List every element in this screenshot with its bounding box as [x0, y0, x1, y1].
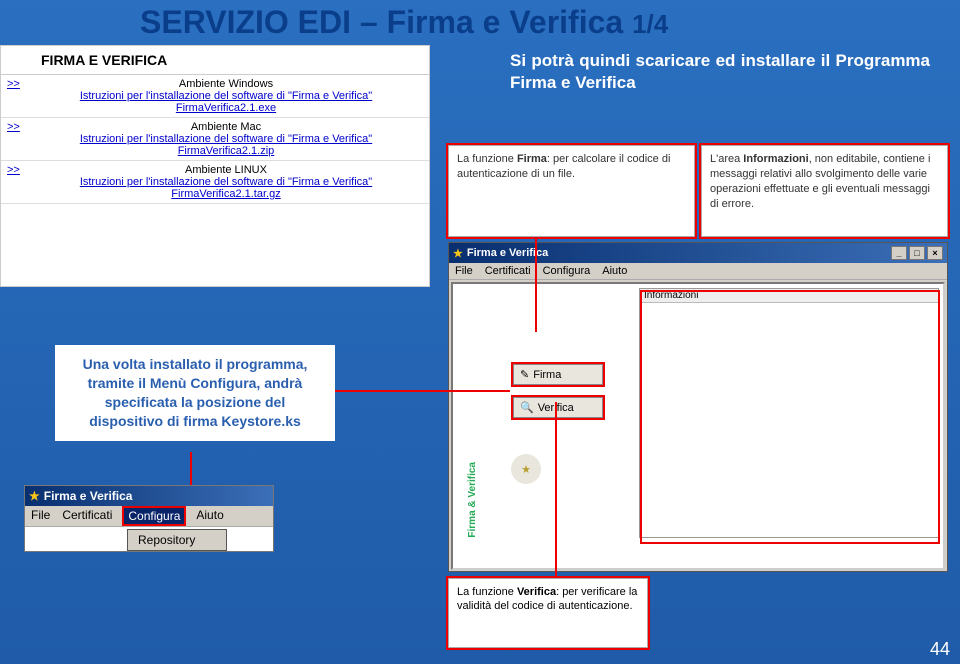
menu-certificati[interactable]: Certificati: [485, 265, 531, 277]
download-link[interactable]: Istruzioni per l'installazione del softw…: [29, 176, 423, 188]
download-link[interactable]: Istruzioni per l'installazione del softw…: [29, 133, 423, 145]
cfg-dropdown-repository[interactable]: Repository: [127, 529, 227, 551]
info-panel: Informazioni: [639, 288, 939, 538]
download-file-link[interactable]: FirmaVerifica2.1.zip: [29, 145, 423, 157]
app-titlebar: ★ Firma e Verifica _ □ ×: [449, 243, 947, 263]
intro-text: Si potrà quindi scaricare ed installare …: [510, 50, 930, 94]
app-body: Informazioni ✎ Firma 🔍 Verifica ★ Firma …: [451, 282, 945, 570]
maximize-button[interactable]: □: [909, 246, 925, 260]
cfg-menubar: File Certificati Configura Aiuto: [25, 506, 273, 527]
minimize-button[interactable]: _: [891, 246, 907, 260]
connector-line: [555, 402, 557, 578]
download-panel: FIRMA E VERIFICA >> Ambiente Windows Ist…: [0, 45, 430, 287]
cfg-menu-aiuto[interactable]: Aiuto: [196, 508, 223, 524]
page-number: 44: [930, 639, 950, 660]
magnifier-icon: 🔍: [520, 401, 534, 414]
close-button[interactable]: ×: [927, 246, 943, 260]
menu-file[interactable]: File: [455, 265, 473, 277]
callout-verifica-bold: Verifica: [517, 586, 556, 598]
cfg-menu-configura[interactable]: Configura: [124, 508, 184, 524]
connector-line: [335, 390, 510, 392]
instruction-box: Una volta installato il programma, trami…: [55, 345, 335, 441]
app-window: ★ Firma e Verifica _ □ × File Certificat…: [448, 242, 948, 572]
menu-configura[interactable]: Configura: [543, 265, 591, 277]
callout-info: L'area Informazioni, non editabile, cont…: [701, 145, 948, 237]
download-env: Ambiente Mac: [191, 121, 261, 133]
download-header: FIRMA E VERIFICA: [1, 46, 429, 75]
pencil-icon: ✎: [520, 368, 529, 381]
menu-aiuto[interactable]: Aiuto: [602, 265, 627, 277]
callout-info-bold: Informazioni: [743, 153, 808, 165]
cfg-menu-certificati[interactable]: Certificati: [62, 508, 112, 524]
download-row: >> Ambiente Windows Istruzioni per l'ins…: [1, 75, 429, 118]
config-menu-screenshot: ★ Firma e Verifica File Certificati Conf…: [24, 485, 274, 552]
star-icon: ★: [29, 489, 40, 503]
download-arrow-link[interactable]: >>: [7, 164, 29, 200]
download-env: Ambiente Windows: [179, 78, 273, 90]
app-logo: ★: [511, 454, 541, 484]
slide-title-fraction: 1/4: [632, 9, 668, 39]
cfg-title: Firma e Verifica: [44, 489, 133, 503]
firma-button-label: Firma: [533, 369, 561, 381]
download-row: >> Ambiente Mac Istruzioni per l'install…: [1, 118, 429, 161]
download-arrow-link[interactable]: >>: [7, 121, 29, 157]
download-link[interactable]: Istruzioni per l'installazione del softw…: [29, 90, 423, 102]
verifica-button[interactable]: 🔍 Verifica: [513, 397, 603, 418]
download-heading: FIRMA E VERIFICA: [41, 52, 167, 68]
connector-line: [190, 452, 192, 485]
star-icon: ★: [521, 463, 531, 476]
info-panel-header: Informazioni: [640, 289, 938, 303]
star-icon: ★: [453, 247, 463, 260]
slide-title: SERVIZIO EDI – Firma e Verifica 1/4: [140, 4, 668, 41]
firma-button[interactable]: ✎ Firma: [513, 364, 603, 385]
download-row: >> Ambiente LINUX Istruzioni per l'insta…: [1, 161, 429, 204]
vertical-brand-label: Firma & Verifica: [467, 462, 478, 538]
download-arrow-link[interactable]: >>: [7, 78, 29, 114]
callout-firma-bold: Firma: [517, 153, 547, 165]
callout-verifica: La funzione Verifica: per verificare la …: [448, 578, 648, 648]
connector-line: [535, 237, 537, 332]
callout-firma: La funzione Firma: per calcolare il codi…: [448, 145, 695, 237]
download-file-link[interactable]: FirmaVerifica2.1.tar.gz: [29, 188, 423, 200]
app-menubar: File Certificati Configura Aiuto: [449, 263, 947, 280]
cfg-menu-file[interactable]: File: [31, 508, 50, 524]
download-file-link[interactable]: FirmaVerifica2.1.exe: [29, 102, 423, 114]
cfg-titlebar: ★ Firma e Verifica: [25, 486, 273, 506]
download-env: Ambiente LINUX: [185, 164, 267, 176]
slide-title-main: SERVIZIO EDI – Firma e Verifica: [140, 4, 632, 40]
callout-row: La funzione Firma: per calcolare il codi…: [448, 145, 948, 237]
